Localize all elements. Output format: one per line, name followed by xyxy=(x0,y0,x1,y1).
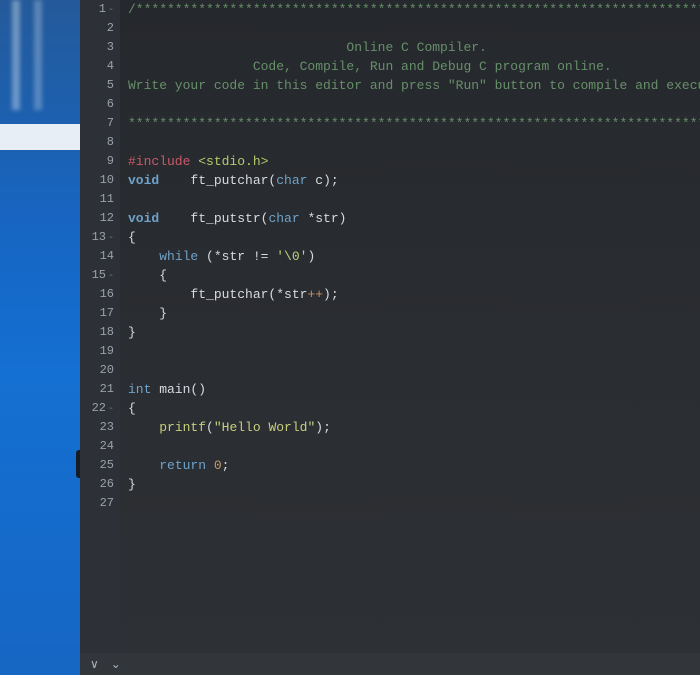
code-editor[interactable]: 1- 2 3 4 5 6 7 8 9 10 11 12 13- 14 15- 1… xyxy=(80,0,700,675)
line-number-gutter[interactable]: 1- 2 3 4 5 6 7 8 9 10 11 12 13- 14 15- 1… xyxy=(80,0,120,675)
code-line: } xyxy=(120,475,700,494)
line-number: 23 xyxy=(80,418,120,437)
line-number: 10 xyxy=(80,171,120,190)
line-number: 17 xyxy=(80,304,120,323)
line-number: 3 xyxy=(80,38,120,57)
code-line: Write your code in this editor and press… xyxy=(120,76,700,95)
line-number: 25 xyxy=(80,456,120,475)
line-number: 27 xyxy=(80,494,120,513)
line-number: 21 xyxy=(80,380,120,399)
code-text-area[interactable]: /***************************************… xyxy=(120,0,700,675)
status-icon[interactable]: ∨ xyxy=(90,657,99,672)
code-line xyxy=(120,19,700,38)
code-line: void ft_putstr(char *str) xyxy=(120,209,700,228)
line-number: 9 xyxy=(80,152,120,171)
glare xyxy=(12,0,20,110)
line-number: 12 xyxy=(80,209,120,228)
code-line: void ft_putchar(char c); xyxy=(120,171,700,190)
line-number: 6 xyxy=(80,95,120,114)
code-line: printf("Hello World"); xyxy=(120,418,700,437)
code-line: int main() xyxy=(120,380,700,399)
editor-status-bar: ∨ ⌄ xyxy=(80,653,700,675)
panel-white-band xyxy=(0,124,80,150)
code-line xyxy=(120,190,700,209)
code-line: { xyxy=(120,228,700,247)
code-line: } xyxy=(120,323,700,342)
code-line: Code, Compile, Run and Debug C program o… xyxy=(120,57,700,76)
line-number: 19 xyxy=(80,342,120,361)
code-line xyxy=(120,342,700,361)
line-number: 24 xyxy=(80,437,120,456)
screenshot-root: < 1- 2 3 4 5 6 7 8 9 10 11 12 13- 14 15-… xyxy=(0,0,700,675)
line-number: 5 xyxy=(80,76,120,95)
code-line xyxy=(120,494,700,513)
line-number: 1- xyxy=(80,0,120,19)
desktop-left-panel xyxy=(0,0,80,675)
line-number: 16 xyxy=(80,285,120,304)
line-number: 8 xyxy=(80,133,120,152)
line-number: 7 xyxy=(80,114,120,133)
line-number: 18 xyxy=(80,323,120,342)
code-line: ****************************************… xyxy=(120,114,700,133)
code-line: return 0; xyxy=(120,456,700,475)
code-line: ft_putchar(*str++); xyxy=(120,285,700,304)
code-line xyxy=(120,361,700,380)
code-line: while (*str != '\0') xyxy=(120,247,700,266)
line-number: 20 xyxy=(80,361,120,380)
code-line xyxy=(120,133,700,152)
glare xyxy=(34,0,42,110)
line-number: 2 xyxy=(80,19,120,38)
code-line: { xyxy=(120,399,700,418)
code-line: #include <stdio.h> xyxy=(120,152,700,171)
line-number: 11 xyxy=(80,190,120,209)
line-number: 4 xyxy=(80,57,120,76)
code-line: { xyxy=(120,266,700,285)
line-number: 13- xyxy=(80,228,120,247)
status-icon[interactable]: ⌄ xyxy=(111,657,121,672)
line-number: 15- xyxy=(80,266,120,285)
code-line: /***************************************… xyxy=(120,0,700,19)
line-number: 22- xyxy=(80,399,120,418)
code-line: } xyxy=(120,304,700,323)
code-line xyxy=(120,437,700,456)
code-line: Online C Compiler. xyxy=(120,38,700,57)
line-number: 26 xyxy=(80,475,120,494)
code-line xyxy=(120,95,700,114)
line-number: 14 xyxy=(80,247,120,266)
